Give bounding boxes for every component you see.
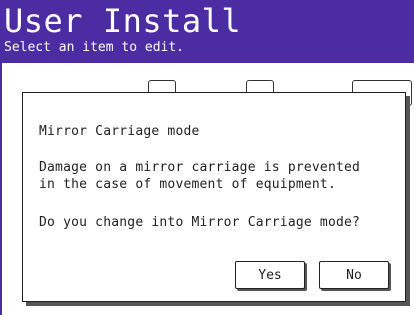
page-title: User Install xyxy=(4,2,242,40)
dialog-message-line-2: in the case of movement of equipment. xyxy=(39,177,336,192)
dialog-message-line-1: Damage on a mirror carriage is prevented xyxy=(39,160,361,175)
no-button[interactable]: No xyxy=(319,261,389,289)
title-bar: User Install Select an item to edit. xyxy=(0,0,414,63)
dialog-heading: Mirror Carriage mode xyxy=(39,124,200,139)
confirmation-dialog: Mirror Carriage mode Damage on a mirror … xyxy=(22,92,406,302)
yes-button[interactable]: Yes xyxy=(235,261,305,289)
dialog-question: Do you change into Mirror Carriage mode? xyxy=(39,215,361,230)
page-subtitle: Select an item to edit. xyxy=(4,40,185,55)
